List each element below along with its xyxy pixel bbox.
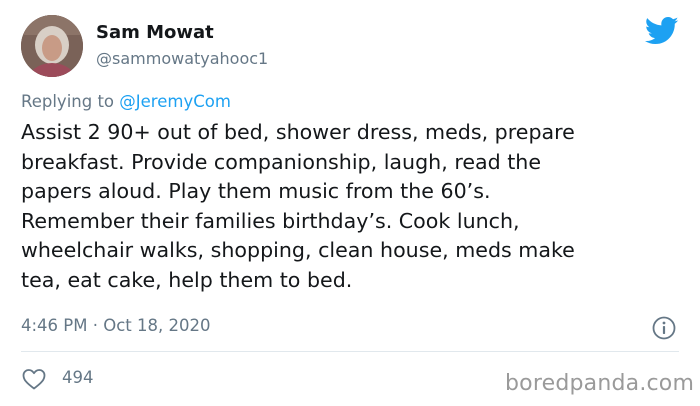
divider [21, 351, 679, 352]
replying-to-link[interactable]: @JeremyCom [119, 92, 231, 111]
avatar[interactable] [21, 15, 83, 77]
author-handle[interactable]: @sammowatyahooc1 [96, 49, 268, 68]
tweet-text: Assist 2 90+ out of bed, shower dress, m… [21, 120, 575, 292]
info-icon[interactable] [651, 315, 677, 341]
watermark: boredpanda.com [505, 371, 695, 396]
author-name[interactable]: Sam Mowat [96, 22, 214, 43]
heart-icon[interactable] [21, 367, 47, 391]
replying-prefix: Replying to [21, 92, 120, 111]
like-count: 494 [62, 368, 94, 387]
replying-to: Replying to @JeremyCom [21, 92, 231, 111]
twitter-bird-icon[interactable] [645, 16, 679, 46]
tweet-timestamp[interactable]: 4:46 PM · Oct 18, 2020 [21, 316, 210, 335]
avatar-photo [21, 15, 83, 77]
